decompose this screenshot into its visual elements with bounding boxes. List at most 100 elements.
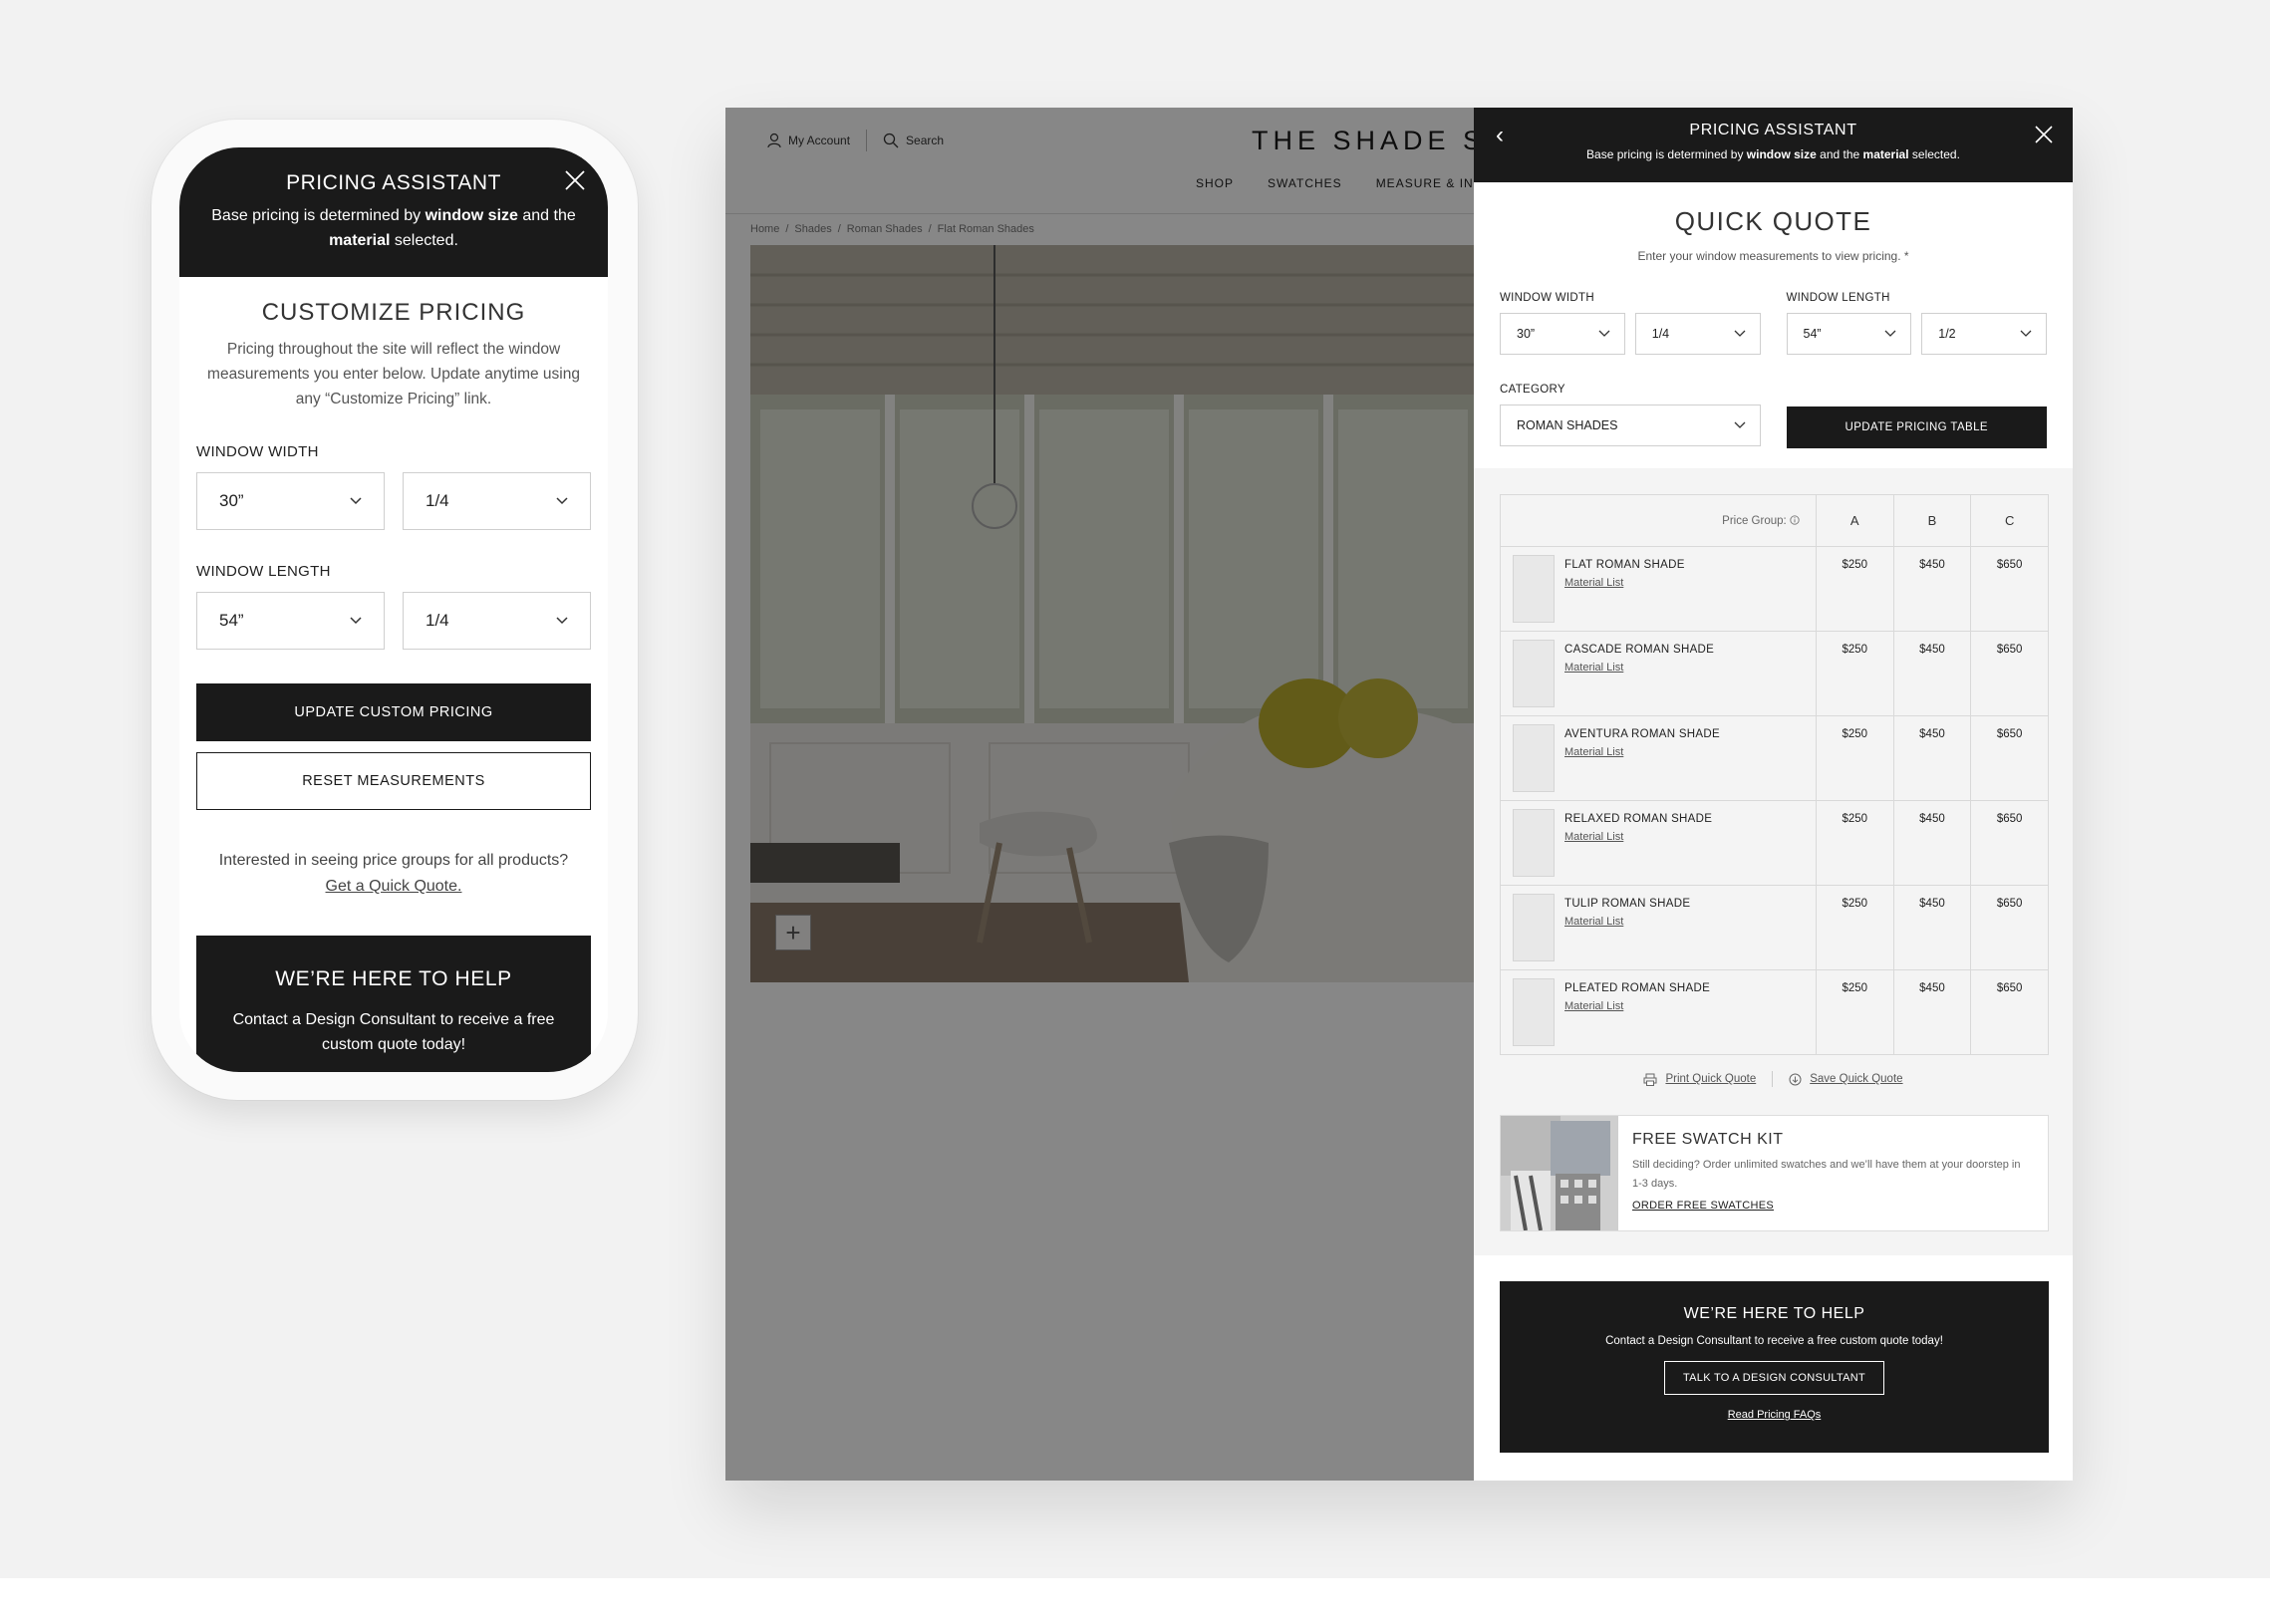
column-header-c: C [1970,494,2049,547]
product-name: PLEATED ROMAN SHADE [1564,982,1711,994]
width-fraction-select[interactable]: 1/4 [1634,313,1761,355]
product-text: CASCADE ROMAN SHADE Material List [1564,640,1714,707]
table-row: RELAXED ROMAN SHADE Material List $250 $4… [1500,800,2049,886]
chevron-down-icon [350,497,362,505]
category-select[interactable]: ROMAN SHADES [1500,405,1761,446]
info-icon[interactable] [1790,514,1800,525]
pricing-table: Price Group: A B C FLAT ROMAN SHADE Mater… [1500,494,2049,1055]
window-length-label: WINDOW LENGTH [1786,292,1890,304]
divider [1772,1071,1774,1087]
product-thumbnail [1513,555,1555,623]
price-c: $650 [1970,631,2049,716]
chevron-down-icon [556,617,568,625]
save-quick-quote-link[interactable]: Save Quick Quote [1789,1073,1903,1086]
help-title: WE’RE HERE TO HELP [1683,1305,1865,1322]
update-custom-pricing-button[interactable]: UPDATE CUSTOM PRICING [196,683,591,741]
mobile-page-title: CUSTOMIZE PRICING [261,299,526,326]
material-list-link[interactable]: Material List [1564,746,1623,758]
product-text: AVENTURA ROMAN SHADE Material List [1564,724,1720,792]
select-value: 1/2 [1938,327,1956,341]
select-value: 54” [219,611,244,630]
length-fraction-select[interactable]: 1/2 [1921,313,2047,355]
talk-to-consultant-button[interactable]: TALK TO A DESIGN CONSULTANT [1663,1361,1885,1395]
width-inches-select[interactable]: 30” [196,472,385,530]
select-value: 1/4 [426,611,449,630]
mobile-help-box: WE’RE HERE TO HELP Contact a Design Cons… [196,936,591,1072]
page-bottom-band [0,1578,2270,1624]
category-grid: CATEGORY ROMAN SHADES UPDATE PRICING TAB… [1500,384,2047,448]
site-background-page: My Account Search THE SHADE ST SHOP SWAT… [725,108,1503,1481]
help-text: Contact a Design Consultant to receive a… [1605,1335,1943,1347]
price-c: $650 [1970,885,2049,970]
update-column: UPDATE PRICING TABLE [1786,384,2047,448]
product-info: PLEATED ROMAN SHADE Material List [1501,970,1816,1054]
desktop-mockup: My Account Search THE SHADE ST SHOP SWAT… [725,108,2073,1481]
price-c: $650 [1970,800,2049,886]
quick-quote-subtitle: Enter your window measurements to view p… [1637,249,1909,263]
window-width-label: WINDOW WIDTH [1500,292,1594,304]
product-text: TULIP ROMAN SHADE Material List [1564,894,1690,961]
material-list-link[interactable]: Material List [1564,577,1623,589]
swatch-kit-title: FREE SWATCH KIT [1632,1131,1784,1148]
panel-subtitle: Base pricing is determined by window siz… [1474,147,2073,161]
product-info: TULIP ROMAN SHADE Material List [1501,886,1816,969]
interest-text: Interested in seeing price groups for al… [218,852,569,869]
sub-text: Base pricing is determined by [211,207,426,224]
panel-title: PRICING ASSISTANT [1689,122,1857,138]
product-name: CASCADE ROMAN SHADE [1564,644,1715,656]
help-text: Contact a Design Consultant to receive a… [232,1011,555,1053]
length-inches-select[interactable]: 54” [1786,313,1912,355]
mobile-pricing-body: CUSTOMIZE PRICING Pricing throughout the… [179,277,608,1072]
material-list-link[interactable]: Material List [1564,831,1623,843]
width-inches-select[interactable]: 30” [1500,313,1625,355]
close-icon[interactable] [2035,126,2053,143]
material-list-link[interactable]: Material List [1564,662,1623,674]
sub-bold-material: material [1862,147,1909,161]
sub-text: and the [517,207,576,224]
material-list-link[interactable]: Material List [1564,1000,1623,1012]
select-value: 54” [1803,327,1822,341]
read-pricing-faqs-link[interactable]: Read Pricing FAQs [1500,1409,2049,1421]
length-selects: 54” 1/2 [1786,313,2047,355]
category-column: CATEGORY ROMAN SHADES [1500,384,1761,448]
mobile-description: Pricing throughout the site will reflect… [207,341,580,407]
product-info: FLAT ROMAN SHADE Material List [1501,547,1816,631]
width-fraction-select[interactable]: 1/4 [403,472,591,530]
swatch-kit-description: Still deciding? Order unlimited swatches… [1632,1159,2021,1190]
chevron-down-icon [2020,330,2032,337]
chevron-down-icon [350,617,362,625]
material-list-link[interactable]: Material List [1564,916,1623,928]
length-column: WINDOW LENGTH 54” 1/2 [1786,292,2047,355]
category-row: ROMAN SHADES [1500,405,1761,446]
select-value: 30” [1517,327,1536,341]
price-b: $450 [1892,969,1972,1055]
chevron-left-icon[interactable]: ‹ [1496,124,1504,147]
chevron-down-icon [1734,330,1745,337]
length-fraction-select[interactable]: 1/4 [403,592,591,650]
swatch-kit-text: FREE SWATCH KIT Still deciding? Order un… [1618,1116,2031,1230]
column-header-a: A [1815,494,1894,547]
update-pricing-table-button[interactable]: UPDATE PRICING TABLE [1786,406,2047,448]
length-inches-select[interactable]: 54” [196,592,385,650]
price-a: $250 [1815,546,1894,632]
table-row: TULIP ROMAN SHADE Material List $250 $450… [1500,885,2049,970]
price-a: $250 [1815,631,1894,716]
product-cell: FLAT ROMAN SHADE Material List [1500,546,1817,632]
sub-bold-window-size: window size [1746,147,1817,161]
mobile-pricing-header: PRICING ASSISTANT Base pricing is determ… [179,147,608,277]
price-b: $450 [1892,800,1972,886]
reset-measurements-button[interactable]: RESET MEASUREMENTS [196,752,591,810]
product-cell: PLEATED ROMAN SHADE Material List [1500,969,1817,1055]
close-icon[interactable] [564,169,586,191]
quick-quote-prompt: Interested in seeing price groups for al… [196,848,591,900]
product-thumbnail [1513,894,1555,961]
print-quick-quote-link[interactable]: Print Quick Quote [1643,1073,1756,1086]
product-thumbnail [1513,640,1555,707]
modal-overlay[interactable] [725,108,1474,1481]
product-thumbnail [1513,978,1555,1046]
get-quick-quote-link[interactable]: Get a Quick Quote. [326,878,462,895]
mobile-header-subtitle: Base pricing is determined by window siz… [194,203,593,253]
printer-icon [1643,1073,1657,1086]
free-swatch-kit-card: FREE SWATCH KIT Still deciding? Order un… [1500,1115,2049,1231]
order-free-swatches-link[interactable]: ORDER FREE SWATCHES [1632,1200,1774,1212]
